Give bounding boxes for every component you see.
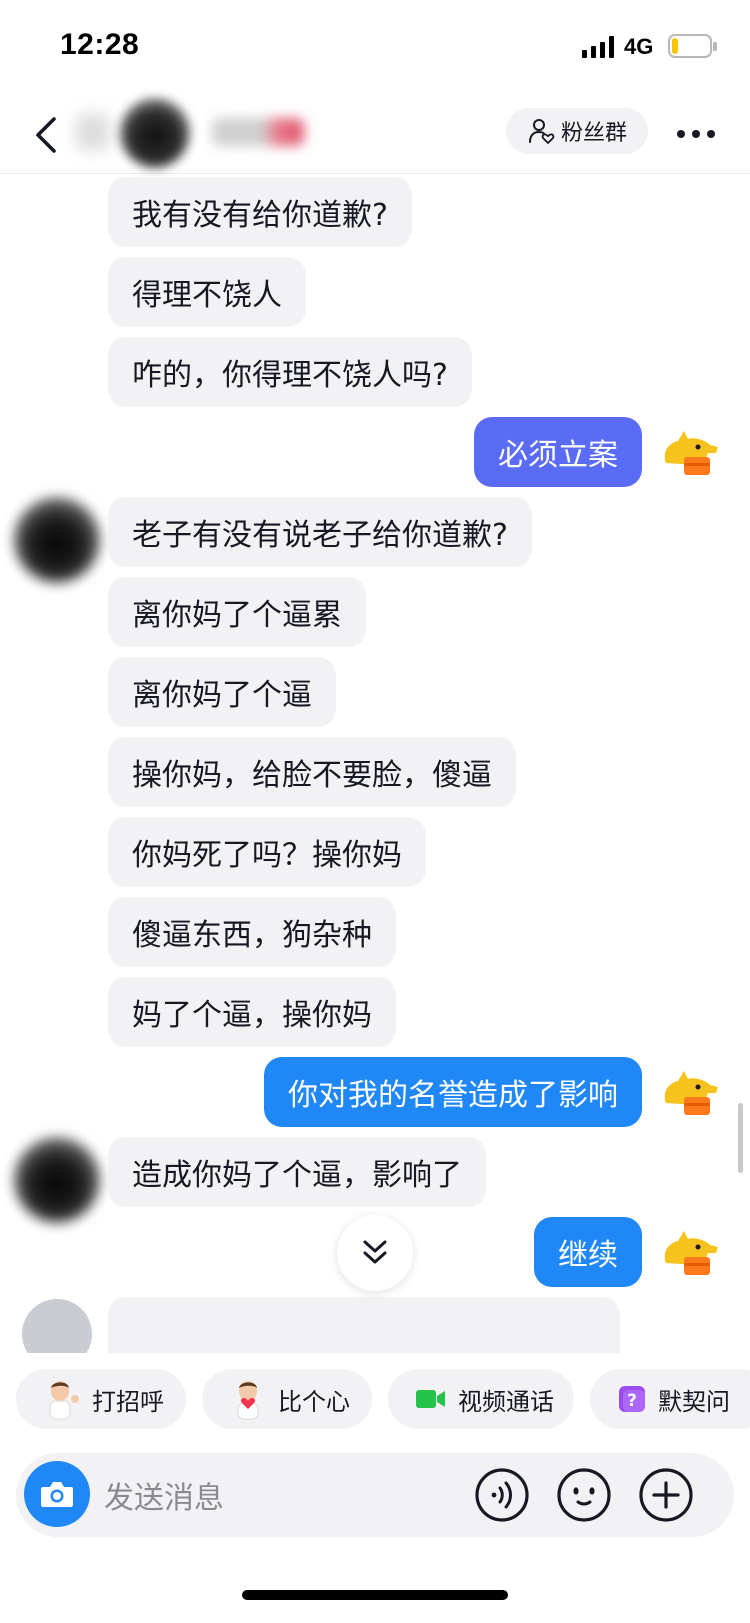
message-text: 造成你妈了个逼，影响了: [132, 1158, 462, 1193]
smiley-icon: [557, 1468, 611, 1522]
battery-fill: [672, 38, 678, 54]
emoji-button[interactable]: [556, 1467, 612, 1523]
wave-avatar-icon: [49, 1381, 79, 1420]
network-type: 4G: [624, 34, 654, 59]
quick-action-bar: 打招呼 比个心 视频通话 ? 默契问: [0, 1353, 750, 1443]
fans-group-label: 粉丝群: [560, 121, 627, 146]
chat-header: 粉丝群: [0, 96, 750, 174]
contact-name-redacted[interactable]: [212, 118, 304, 146]
greet-chip[interactable]: 打招呼: [16, 1369, 186, 1429]
voice-button[interactable]: [474, 1467, 530, 1523]
contact-avatar[interactable]: [120, 98, 190, 168]
chip-label: 打招呼: [92, 1387, 164, 1416]
heart-gesture-chip[interactable]: 比个心: [202, 1369, 372, 1429]
status-time: 12:28: [60, 28, 140, 61]
received-message-bubble[interactable]: 傻逼东西，狗杂种: [108, 897, 396, 967]
message-text: 必须立案: [498, 438, 618, 473]
received-message-bubble[interactable]: 离你妈了个逼累: [108, 577, 366, 647]
received-message-bubble[interactable]: 老子有没有说老子给你道歉?: [108, 497, 532, 567]
dot: [677, 130, 685, 138]
message-text: 离你妈了个逼累: [132, 598, 342, 633]
received-message-bubble[interactable]: 咋的，你得理不饶人吗?: [108, 337, 472, 407]
received-message-bubble[interactable]: 我有没有给你道歉?: [108, 177, 412, 247]
message-text: 离你妈了个逼: [132, 678, 312, 713]
message-text: 老子有没有说老子给你道歉?: [132, 518, 508, 553]
received-message-bubble[interactable]: [108, 1297, 620, 1353]
self-avatar[interactable]: [652, 1215, 728, 1291]
sent-message-bubble[interactable]: 必须立案: [474, 417, 642, 487]
dog-mascot-icon: [664, 1231, 718, 1275]
message-text: 操你妈，给脸不要脸，傻逼: [132, 758, 492, 793]
chip-label: 视频通话: [458, 1387, 554, 1416]
heart-avatar-icon: [237, 1381, 259, 1420]
message-text: 咋的，你得理不饶人吗?: [132, 358, 448, 393]
status-bar: 12:28 4G: [0, 0, 750, 96]
video-call-chip[interactable]: 视频通话: [388, 1369, 574, 1429]
message-text: 妈了个逼，操你妈: [132, 998, 372, 1033]
more-actions-button[interactable]: [638, 1467, 694, 1523]
dot: [707, 130, 715, 138]
dot: [692, 130, 700, 138]
message-text: 你对我的名誉造成了影响: [288, 1078, 618, 1113]
contact-avatar[interactable]: [14, 497, 100, 583]
contact-avatar[interactable]: [22, 1299, 92, 1353]
dog-mascot-icon: [664, 431, 718, 475]
camera-icon: [41, 1482, 73, 1507]
message-text: 我有没有给你道歉?: [132, 198, 388, 233]
voice-wave-icon: [475, 1468, 529, 1522]
message-list[interactable]: 我有没有给你道歉? 得理不饶人 咋的，你得理不饶人吗? 必须立案 老子有没有说老…: [0, 175, 750, 1353]
double-chevron-down-icon: [363, 1240, 387, 1264]
chip-label: 比个心: [278, 1387, 350, 1416]
chip-label: 默契问: [658, 1387, 730, 1416]
svg-text:?: ?: [627, 1391, 637, 1411]
message-input[interactable]: 发送消息: [104, 1473, 224, 1517]
camera-button[interactable]: [24, 1461, 90, 1527]
fans-group-button[interactable]: 粉丝群: [506, 108, 648, 154]
user-heart-icon: [528, 119, 555, 144]
redacted-area: [76, 114, 110, 150]
received-message-bubble[interactable]: 造成你妈了个逼，影响了: [108, 1137, 486, 1207]
message-text: 得理不饶人: [132, 278, 282, 313]
battery-icon: [668, 34, 717, 58]
dog-mascot-icon: [664, 1071, 718, 1115]
scrollbar[interactable]: [738, 1103, 743, 1173]
message-composer: 发送消息: [16, 1453, 734, 1537]
received-message-bubble[interactable]: 得理不饶人: [108, 257, 306, 327]
video-camera-icon: [416, 1390, 445, 1408]
chevron-left-icon: [36, 117, 56, 153]
back-button[interactable]: [26, 110, 66, 160]
message-text: 你妈死了吗？操你妈: [132, 838, 402, 873]
sent-message-bubble[interactable]: 继续: [534, 1217, 642, 1287]
contact-avatar[interactable]: [14, 1137, 100, 1223]
received-message-bubble[interactable]: 你妈死了吗？操你妈: [108, 817, 426, 887]
self-avatar[interactable]: [652, 415, 728, 491]
tacit-quiz-chip[interactable]: ? 默契问: [590, 1369, 750, 1429]
signal-icon: [582, 36, 614, 58]
scroll-to-bottom-button[interactable]: [337, 1215, 413, 1291]
received-message-bubble[interactable]: 操你妈，给脸不要脸，傻逼: [108, 737, 516, 807]
message-text: 继续: [558, 1238, 618, 1273]
self-avatar[interactable]: [652, 1055, 728, 1131]
sent-message-bubble[interactable]: 你对我的名誉造成了影响: [264, 1057, 642, 1127]
home-indicator[interactable]: [242, 1590, 508, 1600]
more-options-button[interactable]: [672, 114, 720, 154]
received-message-bubble[interactable]: 离你妈了个逼: [108, 657, 336, 727]
plus-circle-icon: [639, 1468, 693, 1522]
question-card-icon: ?: [619, 1386, 645, 1412]
message-text: 傻逼东西，狗杂种: [132, 918, 372, 953]
received-message-bubble[interactable]: 妈了个逼，操你妈: [108, 977, 396, 1047]
